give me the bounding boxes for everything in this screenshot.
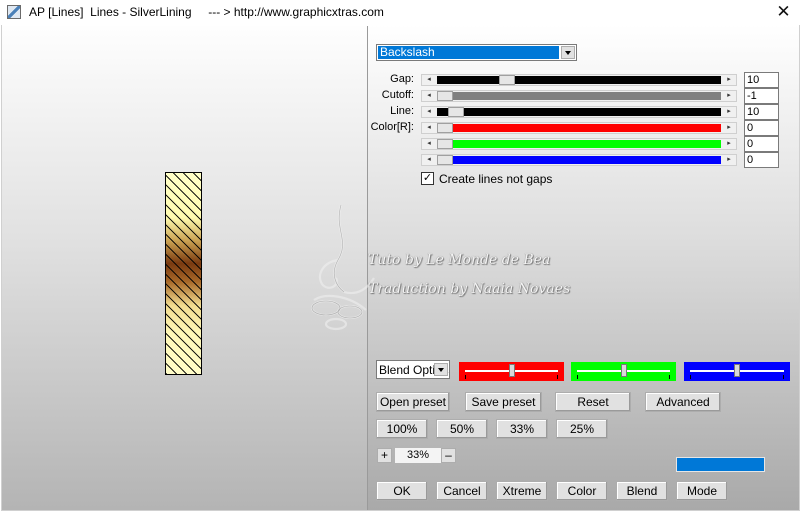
arrow-right-icon[interactable]: ▸ [722, 75, 736, 85]
arrow-right-icon[interactable]: ▸ [722, 107, 736, 117]
green-slider[interactable] [571, 362, 676, 381]
reset-button[interactable]: Reset [555, 392, 631, 412]
mode-button[interactable]: Mode [676, 481, 728, 501]
slider-value-field[interactable]: 0 [744, 152, 779, 168]
window-title: AP [Lines] Lines - SilverLining --- > ht… [29, 5, 384, 19]
slider-label: Color[R]: [370, 121, 414, 133]
parameter-slider[interactable]: ◂ ▸ [421, 90, 737, 102]
slider-label: Gap: [390, 73, 414, 85]
title-bar: AP [Lines] Lines - SilverLining --- > ht… [0, 0, 801, 25]
slider-track[interactable] [437, 155, 721, 165]
zoom-out-button[interactable]: – [441, 448, 456, 463]
tick-mark [783, 375, 784, 379]
open-preset-button[interactable]: Open preset [376, 392, 450, 412]
preview-swatch [165, 172, 202, 375]
slider-label: Line: [390, 105, 414, 117]
advanced-button[interactable]: Advanced [645, 392, 721, 412]
tick-mark [690, 375, 691, 379]
arrow-right-icon[interactable]: ▸ [722, 123, 736, 133]
blend-button[interactable]: Blend [616, 481, 668, 501]
parameter-slider[interactable]: ◂ ▸ [421, 154, 737, 166]
slider-thumb[interactable] [437, 91, 453, 101]
zoom-50-button[interactable]: 50% [436, 419, 488, 439]
tick-mark [669, 375, 670, 379]
slider-thumb[interactable] [621, 364, 627, 377]
slider-track[interactable] [437, 123, 721, 133]
slider-thumb[interactable] [437, 123, 453, 133]
preset-dropdown[interactable]: Backslash [376, 44, 577, 61]
slider-thumb[interactable] [499, 75, 515, 85]
create-lines-label: Create lines not gaps [439, 172, 553, 186]
arrow-right-icon[interactable]: ▸ [722, 139, 736, 149]
slider-label: Cutoff: [381, 89, 414, 101]
blue-slider[interactable] [684, 362, 790, 381]
parameter-slider[interactable]: ◂ ▸ [421, 122, 737, 134]
arrow-left-icon[interactable]: ◂ [422, 75, 436, 85]
watermark-flourish [306, 200, 406, 340]
zoom-25-button[interactable]: 25% [556, 419, 608, 439]
parameter-slider[interactable]: ◂ ▸ [421, 74, 737, 86]
arrow-left-icon[interactable]: ◂ [422, 91, 436, 101]
slider-thumb[interactable] [437, 155, 453, 165]
preset-selected-value: Backslash [378, 46, 559, 59]
color-button[interactable]: Color [556, 481, 608, 501]
zoom-100-button[interactable]: 100% [376, 419, 428, 439]
save-preset-button[interactable]: Save preset [465, 392, 542, 412]
blend-options-dropdown[interactable]: Blend Options [376, 360, 450, 379]
slider-thumb[interactable] [509, 364, 515, 377]
slider-track[interactable] [437, 107, 721, 117]
close-button[interactable]: ✕ [766, 0, 801, 24]
slider-thumb[interactable] [437, 139, 453, 149]
zoom-in-button[interactable]: + [377, 448, 392, 463]
slider-track[interactable] [437, 139, 721, 149]
slider-thumb[interactable] [734, 364, 740, 377]
checkmark-icon: ✓ [422, 172, 433, 184]
slider-value-field[interactable]: 10 [744, 104, 779, 120]
slider-track[interactable] [437, 75, 721, 85]
zoom-33-button[interactable]: 33% [496, 419, 548, 439]
slider-value-field[interactable]: 0 [744, 136, 779, 152]
slider-thumb[interactable] [448, 107, 464, 117]
tick-mark [577, 375, 578, 379]
arrow-right-icon[interactable]: ▸ [722, 91, 736, 101]
watermark-line-2: Traduction by Naaia Novaes [368, 281, 571, 297]
tick-mark [557, 375, 558, 379]
arrow-right-icon[interactable]: ▸ [722, 155, 736, 165]
cancel-button[interactable]: Cancel [436, 481, 488, 501]
watermark-line-1: Tuto by Le Monde de Bea [368, 252, 551, 268]
create-lines-checkbox[interactable]: ✓ [421, 172, 434, 185]
ok-button[interactable]: OK [376, 481, 428, 501]
slider-value-field[interactable]: -1 [744, 88, 779, 104]
parameter-slider[interactable]: ◂ ▸ [421, 106, 737, 118]
chevron-down-icon[interactable] [561, 46, 575, 59]
arrow-left-icon[interactable]: ◂ [422, 123, 436, 133]
parameter-slider[interactable]: ◂ ▸ [421, 138, 737, 150]
slider-value-field[interactable]: 10 [744, 72, 779, 88]
tick-mark [465, 375, 466, 379]
xtreme-button[interactable]: Xtreme [496, 481, 548, 501]
arrow-left-icon[interactable]: ◂ [422, 155, 436, 165]
zoom-level: 33% [395, 448, 441, 463]
slider-value-field[interactable]: 0 [744, 120, 779, 136]
app-icon [7, 5, 21, 19]
chevron-down-icon[interactable] [434, 363, 448, 376]
color-indicator-bar [676, 457, 765, 472]
red-slider[interactable] [459, 362, 564, 381]
flourish-icon [310, 204, 375, 331]
slider-track[interactable] [437, 91, 721, 101]
arrow-left-icon[interactable]: ◂ [422, 139, 436, 149]
arrow-left-icon[interactable]: ◂ [422, 107, 436, 117]
